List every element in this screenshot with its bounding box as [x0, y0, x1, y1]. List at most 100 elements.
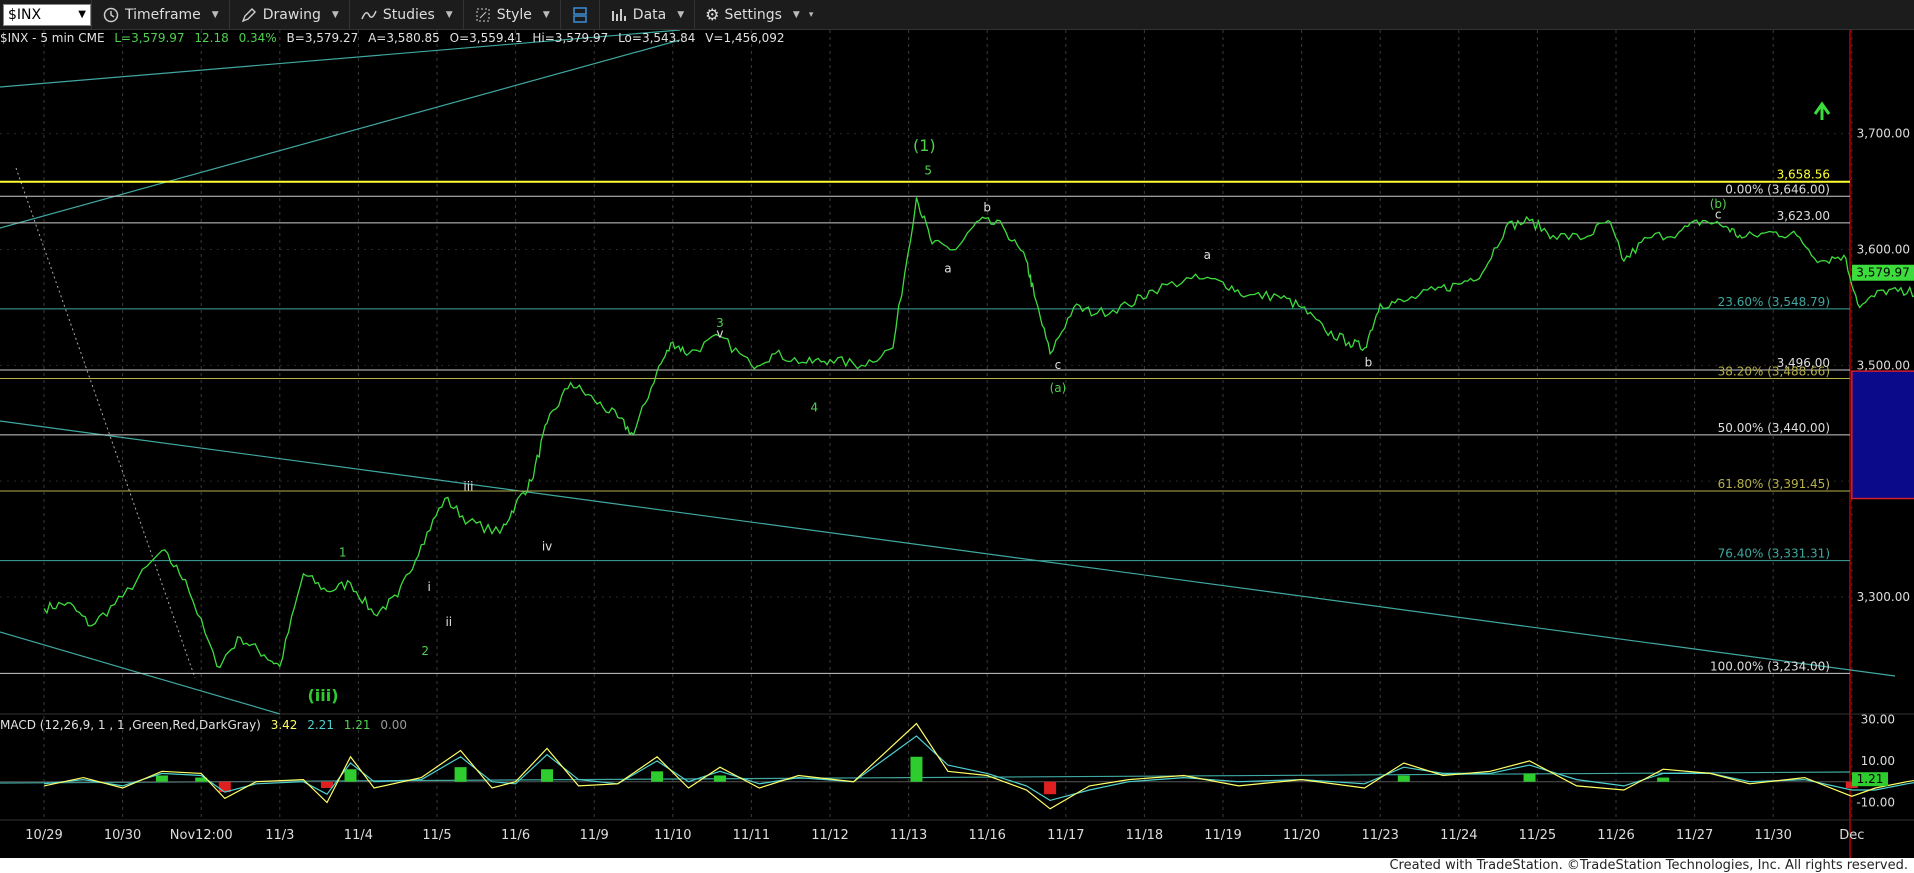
- wave-label: a: [1204, 248, 1211, 262]
- low-price: Lo=3,543.84: [618, 31, 696, 45]
- chevron-down-icon: ▼: [792, 9, 800, 20]
- wave-label: b: [1365, 355, 1373, 369]
- studies-icon: [361, 10, 377, 19]
- layout-button[interactable]: [559, 0, 599, 30]
- wave-label: ii: [445, 615, 452, 629]
- x-tick-label: 11/27: [1676, 828, 1713, 843]
- x-tick-label: 11/30: [1754, 828, 1791, 843]
- symbol-text: $INX: [8, 6, 42, 23]
- fib-level-label: 3,658.56: [1777, 168, 1830, 182]
- wave-label: iii: [463, 479, 473, 493]
- x-tick-label: 11/17: [1047, 828, 1084, 843]
- trendline-falling: [0, 420, 1896, 677]
- macd-histogram-bar: [320, 781, 333, 788]
- pencil-icon: [241, 7, 256, 22]
- more-caret-icon[interactable]: ▾: [809, 10, 814, 20]
- macd-tick-label: -10.00: [1856, 796, 1895, 810]
- macd-value-tag-label: 1.21: [1857, 772, 1884, 786]
- macd-histogram-bar: [713, 775, 726, 782]
- wave-label: a: [944, 262, 951, 276]
- x-tick-label: 11/6: [501, 828, 530, 843]
- wave-label: (iii): [307, 686, 338, 705]
- x-tick-label: 11/5: [422, 828, 451, 843]
- x-tick-label: 11/10: [654, 828, 691, 843]
- y-tick-label: 3,500.00: [1857, 358, 1910, 372]
- open-price: O=3,559.41: [449, 31, 523, 45]
- drawing-menu[interactable]: Drawing ▼: [228, 0, 349, 30]
- target-zone-box: [1851, 370, 1914, 500]
- wave-label: c: [1715, 207, 1722, 221]
- chevron-down-icon: ▼: [542, 9, 550, 20]
- x-tick-label: 10/30: [104, 828, 141, 843]
- timeframe-label: Timeframe: [125, 6, 201, 23]
- fib-level-label: 76.40% (3,331.31): [1718, 547, 1830, 561]
- macd-name: MACD (12,26,9, 1 , 1 ,Green,Red,DarkGray…: [0, 718, 261, 732]
- wave-label: v: [716, 327, 723, 341]
- macd-line: [43, 722, 1914, 810]
- macd-histogram-bar: [344, 769, 357, 782]
- macd-histogram-bar: [454, 767, 467, 782]
- macd-histogram-bar: [155, 775, 168, 782]
- y-tick-label: 3,300.00: [1857, 590, 1910, 604]
- price-series-line: [43, 197, 1914, 669]
- bar-chart-icon: [611, 8, 626, 21]
- up-arrow-icon: [1813, 101, 1831, 120]
- last-price: L=3,579.97: [114, 31, 185, 45]
- macd-tick-label: 10.00: [1861, 754, 1895, 768]
- gear-icon: ⚙: [705, 5, 720, 24]
- bid-price: B=3,579.27: [286, 31, 359, 45]
- x-tick-label: 11/18: [1126, 828, 1163, 843]
- chevron-down-icon[interactable]: ▼: [78, 9, 86, 20]
- studies-menu[interactable]: Studies ▼: [348, 0, 463, 30]
- data-menu[interactable]: Data ▼: [598, 0, 694, 30]
- wave-label: iv: [542, 540, 552, 554]
- macd-signal-value: 2.21: [307, 718, 334, 732]
- macd-histogram-bar: [1657, 777, 1670, 782]
- data-label: Data: [632, 6, 667, 23]
- symbol-name: $INX - 5 min CME: [0, 31, 105, 45]
- x-tick-label: 11/19: [1204, 828, 1241, 843]
- chevron-down-icon: ▼: [331, 9, 339, 20]
- x-tick-label: 11/13: [890, 828, 927, 843]
- chevron-down-icon: ▼: [211, 9, 219, 20]
- fib-level-label: 50.00% (3,440.00): [1718, 421, 1830, 435]
- net-change: 12.18: [194, 31, 229, 45]
- wave-label: 5: [924, 163, 932, 177]
- fib-level-label: 100.00% (3,234.00): [1710, 659, 1830, 673]
- chevron-down-icon: ▼: [445, 9, 453, 20]
- clock-icon: [103, 7, 119, 22]
- style-icon: [476, 8, 490, 21]
- fib-level-label: 0.00% (3,646.00): [1725, 182, 1830, 196]
- macd-zero-value: 0.00: [380, 718, 408, 732]
- style-label: Style: [496, 6, 532, 23]
- settings-menu[interactable]: ⚙ Settings ▼ ▾: [694, 0, 823, 30]
- volume: V=1,456,092: [705, 31, 785, 45]
- macd-value: 3.42: [270, 718, 298, 732]
- x-tick-label: 11/25: [1519, 828, 1556, 843]
- macd-signal-line: [43, 735, 1914, 802]
- x-tick-label: 11/4: [344, 828, 373, 843]
- x-tick-label: 11/23: [1361, 828, 1398, 843]
- chevron-down-icon: ▼: [677, 9, 685, 20]
- y-tick-label: 3,600.00: [1857, 243, 1910, 257]
- y-tick-label: 3,700.00: [1857, 127, 1910, 141]
- toolbar: $INX ▼ Timeframe ▼ Drawing ▼ Studies ▼ S…: [0, 0, 1914, 30]
- macd-histogram-bar: [1397, 775, 1410, 782]
- fib-level-label: 3,623.00: [1777, 209, 1830, 223]
- x-tick-label: 11/26: [1597, 828, 1634, 843]
- timeframe-menu[interactable]: Timeframe ▼: [91, 0, 229, 30]
- trendline-rising: [0, 39, 681, 229]
- symbol-input[interactable]: $INX ▼: [3, 3, 91, 26]
- copyright-footer: Created with TradeStation. ©TradeStation…: [0, 858, 1914, 873]
- trendline-dotted: [15, 167, 196, 679]
- wave-label: b: [983, 200, 991, 214]
- style-menu[interactable]: Style ▼: [462, 0, 560, 30]
- wave-label: 1: [339, 545, 347, 559]
- x-tick-label: 11/20: [1283, 828, 1320, 843]
- x-tick-label: Dec: [1839, 828, 1864, 843]
- ask-price: A=3,580.85: [368, 31, 440, 45]
- fib-level-label: 23.60% (3,548.79): [1718, 295, 1830, 309]
- wave-label: i: [427, 580, 430, 594]
- symbol-info-line: $INX - 5 min CME L=3,579.97 12.18 0.34% …: [0, 31, 791, 48]
- x-tick-label: 11/24: [1440, 828, 1477, 843]
